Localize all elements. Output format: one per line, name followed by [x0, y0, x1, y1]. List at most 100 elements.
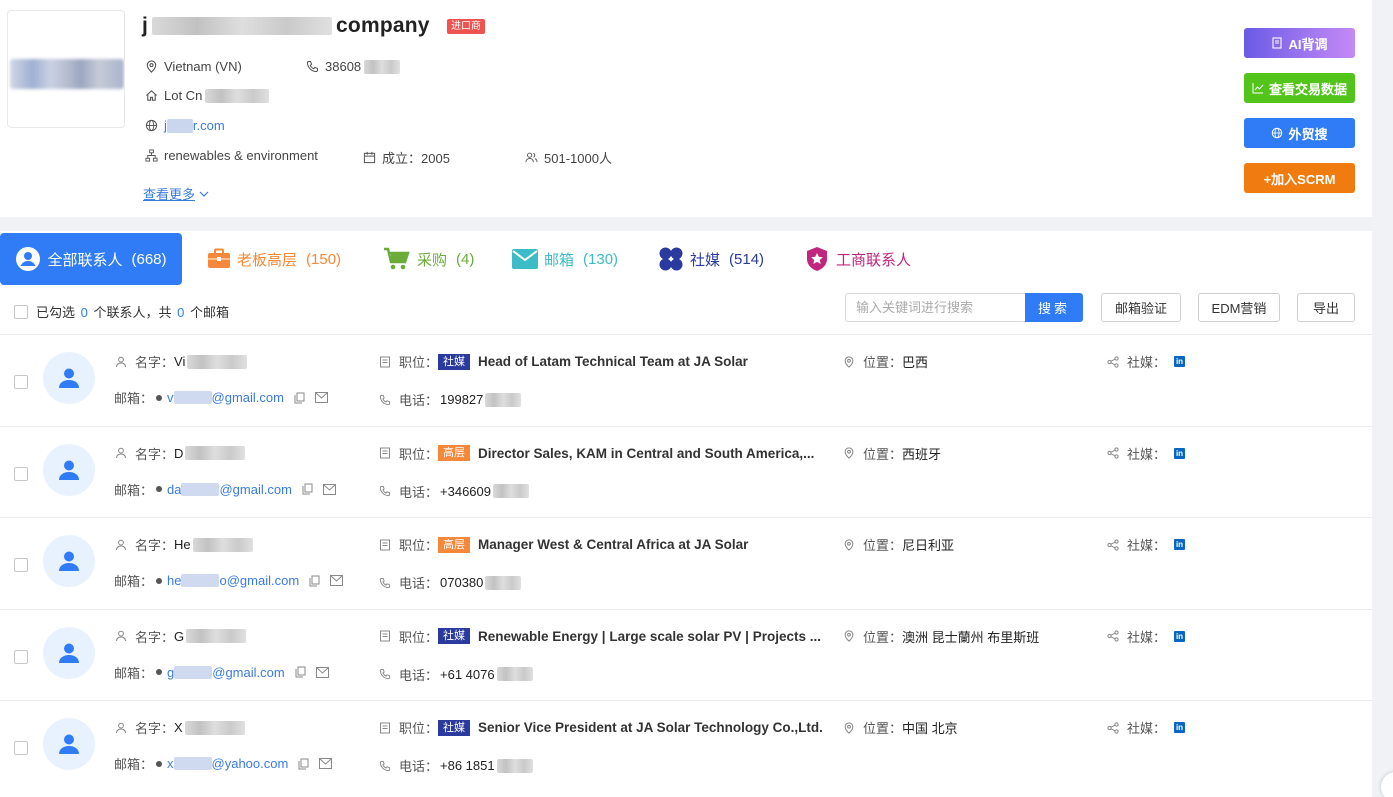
avatar [43, 626, 95, 679]
email-verify-button[interactable]: 邮箱验证 [1101, 293, 1181, 322]
contact-email[interactable]: 邮箱： he o@gmail.com [114, 571, 344, 590]
copy-icon[interactable] [298, 758, 309, 770]
company-phone: 38608 [305, 59, 401, 74]
linkedin-icon[interactable]: in [1174, 722, 1186, 733]
user-icon [58, 642, 80, 664]
floating-helper-button[interactable] [1381, 772, 1393, 797]
contact-phone: 电话： +61 4076 [378, 665, 533, 684]
copy-icon[interactable] [295, 666, 306, 678]
contact-row: 名字： Vi 邮箱： v @gmail.com 职位： 社媒 Head of Latam … [0, 334, 1372, 426]
cart-icon [383, 247, 411, 271]
user-outline-icon [114, 629, 128, 643]
id-card-icon [378, 446, 392, 460]
user-circle-icon [15, 246, 41, 272]
contact-name: 名字： Vi [114, 352, 248, 371]
document-icon [1271, 37, 1283, 49]
contact-checkbox[interactable] [14, 649, 28, 664]
ai-background-check-button[interactable]: AI背调 [1244, 28, 1355, 58]
search-button[interactable]: 搜索 [1025, 293, 1083, 322]
clover-icon [658, 246, 684, 272]
copy-icon[interactable] [294, 392, 305, 404]
edm-marketing-button[interactable]: EDM营销 [1198, 293, 1280, 322]
id-card-icon [378, 538, 392, 552]
share-icon [1106, 538, 1120, 552]
linkedin-icon[interactable]: in [1174, 356, 1186, 367]
contact-row: 名字： He 邮箱： he o@gmail.com 职位： 高层 Manager West… [0, 517, 1372, 609]
tab-procurement[interactable]: 采购 (4) [383, 233, 474, 285]
contact-email[interactable]: 邮箱： v @gmail.com [114, 388, 328, 407]
search-input[interactable] [845, 293, 1026, 322]
briefcase-icon [207, 248, 231, 270]
selection-summary: 已勾选 0 个联系人，共 0 个邮箱 [14, 302, 229, 321]
send-mail-icon[interactable] [315, 666, 329, 678]
line-chart-icon [1252, 82, 1264, 94]
copy-icon[interactable] [302, 483, 313, 495]
phone-icon [378, 576, 392, 590]
company-name: j company [142, 14, 430, 37]
view-trade-data-button[interactable]: 查看交易数据 [1244, 73, 1355, 103]
home-icon [144, 89, 158, 103]
tab-business-contacts[interactable]: 工商联系人 [804, 233, 911, 285]
contact-email[interactable]: 邮箱： g @gmail.com [114, 663, 329, 682]
send-mail-icon[interactable] [322, 483, 336, 495]
user-icon [58, 459, 80, 481]
contact-email[interactable]: 邮箱： da @gmail.com [114, 480, 336, 499]
contact-location: 位置： 中国 北京 [842, 718, 958, 737]
contact-social: 社媒： in [1106, 535, 1186, 554]
phone-icon [378, 393, 392, 407]
avatar [43, 352, 95, 404]
linkedin-icon[interactable]: in [1174, 447, 1186, 459]
contact-row: 名字： D 邮箱： da @gmail.com 职位： 高层 Director Sales… [0, 425, 1372, 518]
linkedin-icon[interactable]: in [1174, 630, 1186, 642]
contact-checkbox[interactable] [14, 558, 28, 572]
contact-checkbox[interactable] [14, 466, 28, 481]
globe-icon [1271, 127, 1283, 139]
send-mail-icon[interactable] [330, 575, 344, 586]
id-card-icon [378, 721, 392, 735]
tab-all-contacts[interactable]: 全部联系人 (668) [0, 233, 182, 285]
share-icon [1106, 355, 1120, 369]
contact-name: 名字： G [114, 627, 247, 646]
contact-phone: 电话： 199827 [378, 390, 522, 409]
user-outline-icon [114, 446, 128, 460]
company-website[interactable]: j r.com [144, 118, 225, 133]
user-outline-icon [114, 355, 128, 369]
contact-checkbox[interactable] [14, 741, 28, 755]
user-outline-icon [114, 721, 128, 735]
contact-job: 职位： 高层 Director Sales, KAM in Central and … [378, 444, 814, 463]
send-mail-icon[interactable] [319, 758, 333, 769]
location-pin-icon [842, 355, 856, 369]
share-icon [1106, 629, 1120, 643]
select-all-checkbox[interactable] [14, 304, 28, 319]
contact-checkbox[interactable] [14, 375, 28, 389]
contact-email[interactable]: 邮箱： x @yahoo.com [114, 754, 333, 773]
contact-location: 位置： 澳洲 昆士蘭州 布里斯班 [842, 627, 1039, 646]
add-to-scrm-button[interactable]: +加入SCRM [1244, 163, 1355, 193]
location-pin-icon [842, 629, 856, 643]
company-card: j company 进口商 Vietnam (VN) 38608 Lot Cn j… [0, 0, 1372, 217]
foreign-trade-search-button[interactable]: 外贸搜 [1244, 118, 1355, 148]
importer-badge: 进口商 [447, 19, 485, 34]
linkedin-icon[interactable]: in [1174, 539, 1186, 550]
export-button[interactable]: 导出 [1297, 293, 1355, 322]
contact-social: 社媒： in [1106, 352, 1186, 371]
tab-executives[interactable]: 老板高层 (150) [207, 233, 341, 285]
send-mail-icon[interactable] [314, 392, 328, 403]
view-more-link[interactable]: 查看更多 [143, 184, 209, 203]
calendar-icon [362, 151, 376, 165]
contact-phone: 电话： +346609 [378, 482, 529, 501]
contact-tabs: 全部联系人 (668) 老板高层 (150) 采购 (4) 邮箱 (130) 社媒 (51… [0, 233, 1372, 285]
phone-icon [305, 60, 319, 74]
user-icon [58, 367, 80, 389]
contact-toolbar: 已勾选 0 个联系人，共 0 个邮箱 搜索 邮箱验证 EDM营销 导出 [0, 293, 1372, 329]
contact-location: 位置： 尼日利亚 [842, 535, 954, 554]
copy-icon[interactable] [309, 575, 320, 587]
tab-social-media[interactable]: 社媒 (514) [658, 233, 764, 285]
contact-phone: 电话： 070380 [378, 573, 522, 592]
contact-location: 位置： 巴西 [842, 352, 928, 371]
contact-phone: 电话： +86 1851 [378, 756, 533, 775]
chevron-down-icon [199, 189, 209, 199]
tab-email[interactable]: 邮箱 (130) [512, 233, 618, 285]
contact-location: 位置： 西班牙 [842, 444, 941, 463]
share-icon [1106, 721, 1120, 735]
